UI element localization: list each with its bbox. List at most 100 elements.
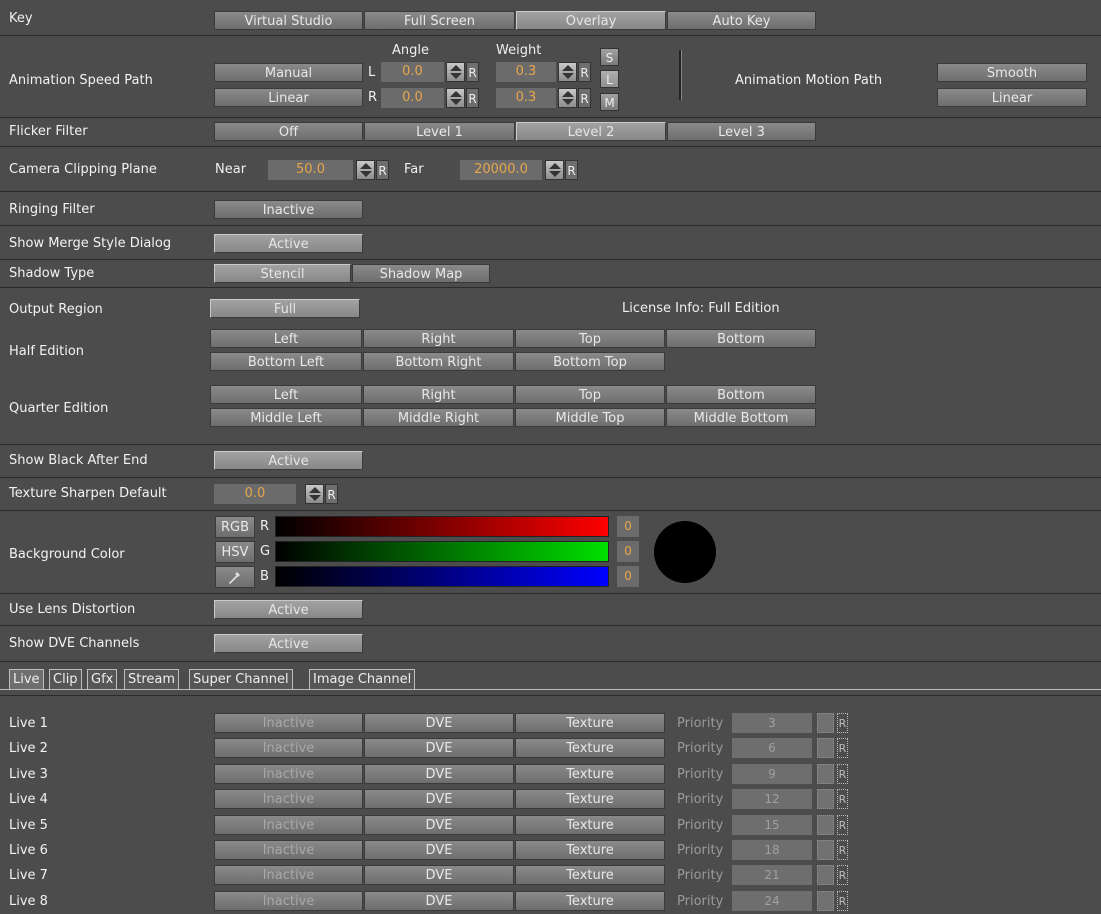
priority-stepper[interactable] [817,713,834,733]
green-value[interactable]: 0 [617,541,639,562]
live-state-toggle[interactable]: Inactive [214,815,363,835]
priority-reset-button[interactable]: R [837,738,848,758]
priority-stepper[interactable] [817,840,834,860]
priority-stepper[interactable] [817,891,834,911]
dve-toggle[interactable]: Active [214,634,363,653]
angle-l-field[interactable]: 0.0 [381,62,444,82]
live-state-toggle[interactable]: Inactive [214,789,363,809]
tab-gfx[interactable]: Gfx [87,669,118,689]
angle-l-stepper[interactable] [446,62,465,82]
black-end-toggle[interactable]: Active [214,451,363,470]
tab-image-channel[interactable]: Image Channel [309,669,416,689]
flicker-level1-button[interactable]: Level 1 [364,122,515,141]
far-reset-button[interactable]: R [565,160,578,180]
quarter-left-button[interactable]: Left [210,385,362,404]
red-value[interactable]: 0 [617,516,639,537]
eyedropper-icon[interactable] [215,566,255,588]
angle-l-reset-button[interactable]: R [466,62,479,82]
live-state-toggle[interactable]: Inactive [214,865,363,885]
priority-field[interactable]: 3 [732,713,812,733]
near-stepper[interactable] [356,160,375,180]
speed-manual-button[interactable]: Manual [214,63,363,82]
near-field[interactable]: 50.0 [268,160,353,180]
quarter-right-button[interactable]: Right [363,385,514,404]
live-dve-button[interactable]: DVE [364,815,514,835]
shadow-map-button[interactable]: Shadow Map [352,264,490,283]
half-bottom-button[interactable]: Bottom [666,329,816,348]
priority-reset-button[interactable]: R [837,764,848,784]
priority-stepper[interactable] [817,789,834,809]
blue-value[interactable]: 0 [617,566,639,587]
key-auto-key-button[interactable]: Auto Key [667,11,816,30]
flicker-level3-button[interactable]: Level 3 [667,122,816,141]
quarter-middle-top-button[interactable]: Middle Top [515,408,665,427]
half-bottom-top-button[interactable]: Bottom Top [515,352,665,371]
key-virtual-studio-button[interactable]: Virtual Studio [214,11,363,30]
sharpen-field[interactable]: 0.0 [214,484,296,504]
live-dve-button[interactable]: DVE [364,789,514,809]
s-button[interactable]: S [600,48,619,66]
live-state-toggle[interactable]: Inactive [214,764,363,784]
weight-r-reset-button[interactable]: R [578,88,591,108]
shadow-stencil-button[interactable]: Stencil [214,264,351,283]
ringing-toggle[interactable]: Inactive [214,200,363,219]
priority-stepper[interactable] [817,815,834,835]
angle-r-reset-button[interactable]: R [466,88,479,108]
live-texture-button[interactable]: Texture [515,891,665,911]
merge-toggle[interactable]: Active [214,234,363,253]
weight-l-field[interactable]: 0.3 [496,62,556,82]
priority-reset-button[interactable]: R [837,891,848,911]
half-bottom-right-button[interactable]: Bottom Right [363,352,514,371]
m-button[interactable]: M [600,93,619,111]
priority-field[interactable]: 21 [732,865,812,885]
flicker-off-button[interactable]: Off [214,122,363,141]
green-slider[interactable] [275,541,609,562]
priority-field[interactable]: 15 [732,815,812,835]
live-texture-button[interactable]: Texture [515,738,665,758]
angle-r-field[interactable]: 0.0 [381,88,444,108]
far-field[interactable]: 20000.0 [460,160,542,180]
priority-stepper[interactable] [817,865,834,885]
live-dve-button[interactable]: DVE [364,865,514,885]
key-full-screen-button[interactable]: Full Screen [364,11,515,30]
blue-slider[interactable] [275,566,609,587]
weight-l-stepper[interactable] [558,62,577,82]
priority-field[interactable]: 9 [732,764,812,784]
weight-l-reset-button[interactable]: R [578,62,591,82]
quarter-middle-left-button[interactable]: Middle Left [210,408,362,427]
near-reset-button[interactable]: R [376,160,389,180]
live-dve-button[interactable]: DVE [364,738,514,758]
motion-linear-button[interactable]: Linear [937,88,1087,107]
live-state-toggle[interactable]: Inactive [214,840,363,860]
priority-reset-button[interactable]: R [837,840,848,860]
weight-r-stepper[interactable] [558,88,577,108]
l-button[interactable]: L [600,70,619,88]
tab-super-channel[interactable]: Super Channel [189,669,293,689]
sharpen-stepper[interactable] [305,484,324,504]
priority-field[interactable]: 18 [732,840,812,860]
sharpen-reset-button[interactable]: R [325,484,338,504]
live-state-toggle[interactable]: Inactive [214,713,363,733]
live-texture-button[interactable]: Texture [515,713,665,733]
red-slider[interactable] [275,516,609,537]
angle-r-stepper[interactable] [446,88,465,108]
quarter-middle-bottom-button[interactable]: Middle Bottom [666,408,816,427]
priority-field[interactable]: 12 [732,789,812,809]
priority-stepper[interactable] [817,738,834,758]
weight-r-field[interactable]: 0.3 [496,88,556,108]
live-state-toggle[interactable]: Inactive [214,738,363,758]
rgb-button[interactable]: RGB [215,516,255,538]
speed-linear-button[interactable]: Linear [214,88,363,107]
live-dve-button[interactable]: DVE [364,713,514,733]
priority-stepper[interactable] [817,764,834,784]
half-bottom-left-button[interactable]: Bottom Left [210,352,362,371]
priority-reset-button[interactable]: R [837,865,848,885]
lens-toggle[interactable]: Active [214,600,363,619]
quarter-middle-right-button[interactable]: Middle Right [363,408,514,427]
half-left-button[interactable]: Left [210,329,362,348]
live-dve-button[interactable]: DVE [364,891,514,911]
live-texture-button[interactable]: Texture [515,789,665,809]
far-stepper[interactable] [545,160,564,180]
half-right-button[interactable]: Right [363,329,514,348]
priority-field[interactable]: 6 [732,738,812,758]
